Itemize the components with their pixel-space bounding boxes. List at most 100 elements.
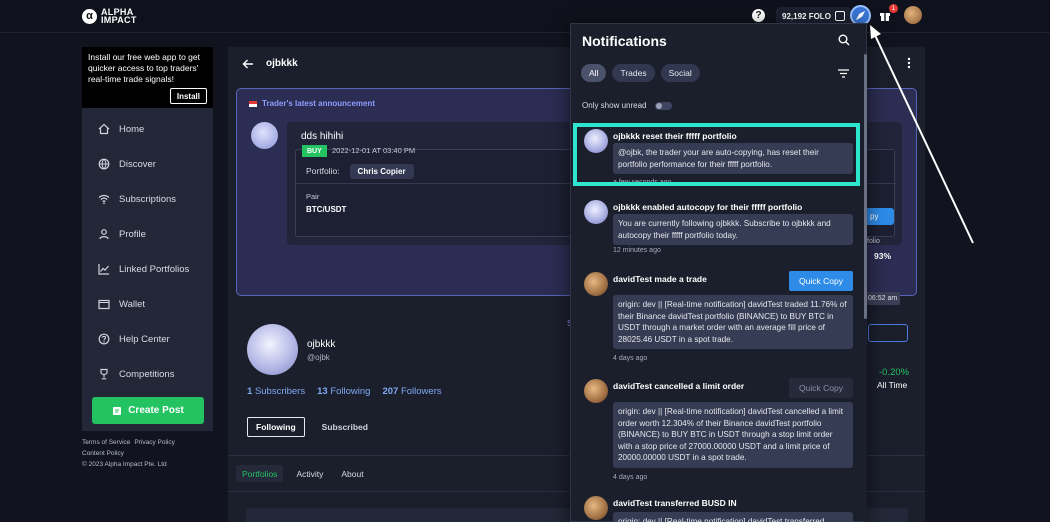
sidebar-item-home[interactable]: Home bbox=[82, 118, 213, 140]
copy-button-partial[interactable]: py bbox=[865, 208, 894, 225]
gift-badge: 1 bbox=[889, 4, 898, 13]
subscribers-link[interactable]: 1 Subscribers bbox=[247, 386, 305, 397]
sidebar-item-linked-portfolios[interactable]: Linked Portfolios bbox=[82, 258, 213, 280]
notification-avatar bbox=[584, 272, 608, 296]
footer-links: Terms of Service Privacy Policy Content P… bbox=[82, 437, 217, 470]
content-policy-link[interactable]: Content Policy bbox=[82, 450, 124, 457]
filter-icon[interactable] bbox=[838, 69, 849, 78]
notification-item[interactable]: ojbkkk enabled autocopy for their fffff … bbox=[584, 200, 854, 256]
sidebar-item-label: Discover bbox=[119, 158, 156, 170]
profile-stats: 1 Subscribers 13 Following 207 Followers bbox=[247, 386, 442, 397]
globe-icon bbox=[98, 158, 110, 170]
buy-badge: BUY bbox=[302, 145, 327, 157]
notification-time: 12 minutes ago bbox=[613, 247, 661, 254]
profile-avatar bbox=[247, 324, 298, 375]
page-title: ojbkkk bbox=[266, 58, 298, 69]
notification-avatar bbox=[584, 200, 608, 224]
sidebar-item-label: Wallet bbox=[119, 298, 146, 310]
portfolio-label: Portfolio: bbox=[306, 166, 340, 176]
notification-title: davidTest cancelled a limit order bbox=[613, 381, 745, 391]
notification-item[interactable]: davidTest cancelled a limit order Quick … bbox=[584, 378, 854, 489]
following-link[interactable]: 13 Following bbox=[317, 386, 370, 397]
unread-label: Only show unread bbox=[582, 101, 647, 110]
unread-toggle[interactable] bbox=[655, 101, 673, 110]
tab-activity[interactable]: Activity bbox=[291, 469, 328, 479]
trophy-icon bbox=[100, 368, 108, 380]
tab-about[interactable]: About bbox=[336, 469, 368, 479]
filter-social[interactable]: Social bbox=[660, 64, 700, 82]
notification-body: origin: dev || [Real-time notification] … bbox=[613, 512, 853, 522]
followers-link[interactable]: 207 Followers bbox=[382, 386, 441, 397]
notification-title: davidTest transferred BUSD IN bbox=[613, 498, 737, 508]
user-icon bbox=[99, 229, 109, 240]
notification-body: origin: dev || [Real-time notification] … bbox=[613, 295, 853, 349]
install-text: Install our free web app to get quicker … bbox=[88, 52, 200, 84]
highlight-box bbox=[573, 123, 860, 186]
wallet-icon bbox=[834, 11, 845, 21]
install-banner: Install our free web app to get quicker … bbox=[82, 47, 213, 108]
sidebar-item-label: Competitions bbox=[119, 368, 175, 380]
tab-subscribed[interactable]: Subscribed bbox=[305, 422, 385, 432]
filter-tabs: All Trades Social bbox=[581, 64, 700, 82]
notifications-panel: Notifications All Trades Social Only sho… bbox=[570, 23, 867, 522]
sidebar-item-profile[interactable]: Profile bbox=[82, 223, 213, 245]
post-time-partial: 06:52 am bbox=[865, 292, 901, 305]
follow-tabs: Following Subscribed bbox=[247, 417, 385, 437]
tab-following[interactable]: Following bbox=[247, 417, 305, 437]
filter-trades[interactable]: Trades bbox=[612, 64, 655, 82]
sidebar-item-wallet[interactable]: Wallet bbox=[82, 293, 213, 315]
flag-icon bbox=[249, 100, 257, 107]
profile-name: ojbkkk bbox=[307, 339, 336, 350]
notification-title: ojbkkk enabled autocopy for their fffff … bbox=[613, 202, 803, 212]
search-icon[interactable] bbox=[838, 34, 850, 46]
create-post-label: Create Post bbox=[128, 405, 184, 416]
install-button[interactable]: Install bbox=[169, 88, 207, 104]
profile-handle: @ojbk bbox=[307, 353, 330, 362]
sidebar-item-competitions[interactable]: Competitions bbox=[82, 363, 213, 385]
notification-body: origin: dev || [Real-time notification] … bbox=[613, 402, 853, 468]
sidebar-item-label: Home bbox=[119, 123, 145, 135]
sidebar-item-subscriptions[interactable]: Subscriptions bbox=[82, 188, 213, 210]
back-arrow-icon[interactable] bbox=[242, 58, 254, 70]
sidebar-item-label: Help Center bbox=[119, 333, 170, 345]
chart-icon bbox=[98, 264, 109, 275]
quick-copy-button[interactable]: Quick Copy bbox=[789, 378, 853, 398]
create-post-button[interactable]: Create Post bbox=[92, 397, 204, 424]
help-circle-icon bbox=[98, 333, 110, 345]
post-avatar bbox=[251, 122, 278, 149]
announcement-heading: Trader's latest announcement bbox=[249, 99, 375, 108]
wifi-icon bbox=[98, 194, 110, 205]
notification-item[interactable]: davidTest made a trade Quick Copy origin… bbox=[584, 271, 854, 367]
filter-all[interactable]: All bbox=[581, 64, 607, 82]
logo[interactable]: α ALPHA IMPACT bbox=[82, 8, 137, 25]
sidebar-item-label: Subscriptions bbox=[119, 193, 177, 205]
notification-body: You are currently following ojbkkk. Subs… bbox=[613, 214, 853, 245]
sidebar-item-discover[interactable]: Discover bbox=[82, 153, 213, 175]
unread-filter: Only show unread bbox=[582, 101, 673, 110]
tab-portfolios[interactable]: Portfolios bbox=[236, 465, 284, 482]
performance-label: All Time bbox=[877, 380, 908, 390]
help-icon[interactable]: ? bbox=[752, 9, 765, 22]
notification-avatar bbox=[584, 496, 608, 520]
user-avatar[interactable] bbox=[904, 6, 922, 24]
outline-button-partial[interactable] bbox=[868, 324, 908, 342]
scrollbar-thumb[interactable] bbox=[864, 54, 867, 319]
notification-avatar bbox=[584, 379, 608, 403]
portfolio-chip[interactable]: Chris Copier bbox=[349, 163, 414, 179]
trade-time: 2022-12-01 AT 03:40 PM bbox=[332, 146, 416, 155]
terms-link[interactable]: Terms of Service bbox=[82, 439, 130, 446]
notification-time: 4 days ago bbox=[613, 474, 648, 481]
notification-title: davidTest made a trade bbox=[613, 274, 707, 284]
privacy-link[interactable]: Privacy Policy bbox=[134, 439, 174, 446]
notification-time: 4 days ago bbox=[613, 355, 648, 362]
notification-item[interactable]: davidTest transferred BUSD IN origin: de… bbox=[584, 496, 854, 522]
sidebar: Home Discover Subscriptions Profile Link… bbox=[82, 108, 213, 431]
notifications-title: Notifications bbox=[582, 33, 667, 49]
wallet-icon bbox=[98, 299, 110, 310]
more-options-icon[interactable] bbox=[907, 57, 911, 69]
performance-value: -0.20% bbox=[879, 367, 910, 378]
home-icon bbox=[98, 123, 110, 135]
post-icon bbox=[113, 406, 122, 415]
quick-copy-button[interactable]: Quick Copy bbox=[789, 271, 853, 291]
sidebar-item-help-center[interactable]: Help Center bbox=[82, 328, 213, 350]
